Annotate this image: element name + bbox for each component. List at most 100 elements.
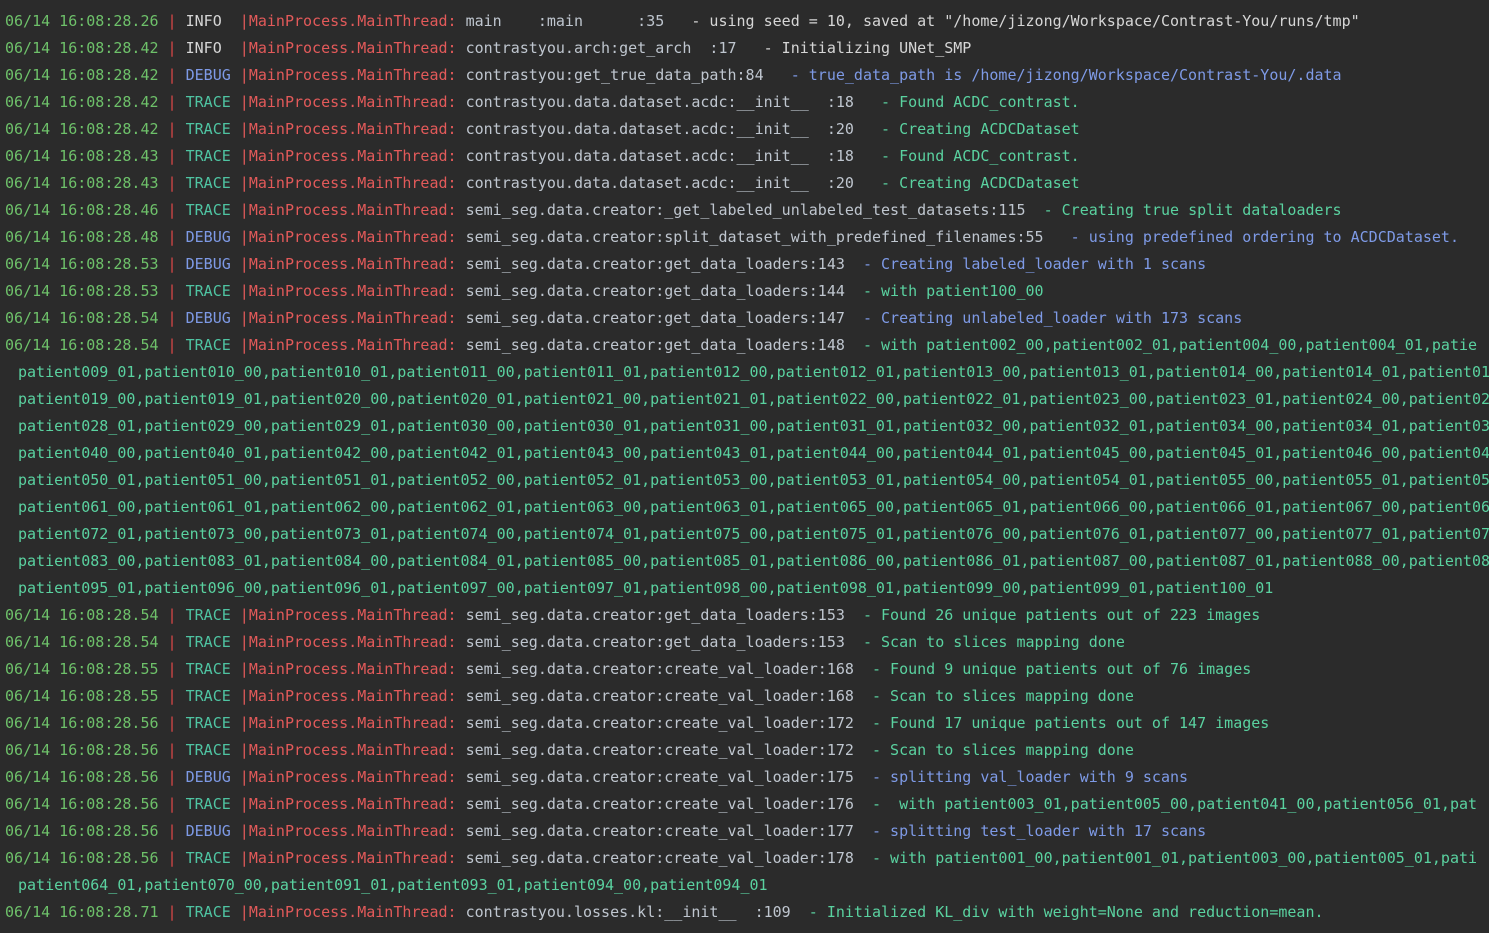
log-level: TRACE: [185, 633, 231, 651]
log-message: - with patient003_01,patient005_00,patie…: [853, 795, 1478, 813]
log-module: semi_seg.data.creator:create_val_loader:…: [456, 795, 854, 813]
log-line-continuation: patient083_00,patient083_01,patient084_0…: [5, 548, 1489, 575]
log-message: patient061_00,patient061_01,patient062_0…: [18, 498, 1489, 516]
log-message: - Initialized KL_div with weight=None an…: [790, 903, 1324, 921]
log-thread: |MainProcess.MainThread:: [230, 822, 457, 840]
log-timestamp: 06/14 16:08:28.48: [5, 228, 159, 246]
log-module: semi_seg.data.creator:get_data_loaders:1…: [456, 633, 845, 651]
log-module: semi_seg.data.creator:get_data_loaders:1…: [456, 255, 845, 273]
log-thread: |MainProcess.MainThread:: [230, 120, 457, 138]
log-message: - Found ACDC_contrast.: [862, 93, 1080, 111]
log-line: 06/14 16:08:28.53 | TRACE |MainProcess.M…: [5, 278, 1489, 305]
log-line: 06/14 16:08:28.54 | TRACE |MainProcess.M…: [5, 332, 1489, 359]
log-level: TRACE: [185, 201, 231, 219]
log-line: 06/14 16:08:28.56 | TRACE |MainProcess.M…: [5, 845, 1489, 872]
log-thread: |MainProcess.MainThread:: [230, 66, 457, 84]
log-thread: |MainProcess.MainThread:: [230, 201, 457, 219]
log-message: - Scan to slices mapping done: [853, 741, 1134, 759]
log-module: semi_seg.data.creator:get_data_loaders:1…: [456, 606, 845, 624]
log-line: 06/14 16:08:28.42 | DEBUG |MainProcess.M…: [5, 62, 1489, 89]
log-thread: |MainProcess.MainThread:: [230, 147, 457, 165]
log-separator: |: [158, 93, 186, 111]
log-message: - splitting val_loader with 9 scans: [853, 768, 1189, 786]
log-line: 06/14 16:08:28.54 | TRACE |MainProcess.M…: [5, 629, 1489, 656]
log-separator: |: [158, 849, 186, 867]
log-line-continuation: patient050_01,patient051_00,patient051_0…: [5, 467, 1489, 494]
log-message: - true_data_path is /home/jizong/Workspa…: [772, 66, 1342, 84]
log-message: - Scan to slices mapping done: [844, 633, 1125, 651]
log-message: - Found ACDC_contrast.: [862, 147, 1080, 165]
log-timestamp: 06/14 16:08:28.56: [5, 714, 159, 732]
log-timestamp: 06/14 16:08:28.56: [5, 822, 159, 840]
log-message: patient009_01,patient010_00,patient010_0…: [18, 363, 1489, 381]
log-message: - with patient002_00,patient002_01,patie…: [844, 336, 1478, 354]
log-line: 06/14 16:08:28.46 | TRACE |MainProcess.M…: [5, 197, 1489, 224]
log-timestamp: 06/14 16:08:28.56: [5, 849, 159, 867]
log-level: TRACE: [185, 336, 231, 354]
log-thread: |MainProcess.MainThread:: [230, 93, 457, 111]
log-line: 06/14 16:08:28.56 | TRACE |MainProcess.M…: [5, 791, 1489, 818]
log-separator: |: [158, 606, 186, 624]
log-thread: |MainProcess.MainThread:: [230, 174, 457, 192]
log-thread: |MainProcess.MainThread:: [230, 849, 457, 867]
log-line-continuation: patient009_01,patient010_00,patient010_0…: [5, 359, 1489, 386]
log-separator: |: [158, 282, 186, 300]
log-thread: |MainProcess.MainThread:: [230, 795, 457, 813]
log-separator: |: [158, 147, 186, 165]
log-line-continuation: patient061_00,patient061_01,patient062_0…: [5, 494, 1489, 521]
log-message: patient083_00,patient083_01,patient084_0…: [18, 552, 1489, 570]
log-module: contrastyou.data.dataset.acdc:__init__ :…: [456, 147, 863, 165]
log-separator: |: [158, 66, 186, 84]
log-thread: |MainProcess.MainThread:: [230, 309, 457, 327]
log-line: 06/14 16:08:28.42 | INFO |MainProcess.Ma…: [5, 35, 1489, 62]
log-level: TRACE: [185, 606, 231, 624]
log-module: semi_seg.data.creator:create_val_loader:…: [456, 714, 854, 732]
log-message: patient050_01,patient051_00,patient051_0…: [18, 471, 1489, 489]
log-separator: |: [158, 714, 186, 732]
log-level: DEBUG: [185, 822, 231, 840]
log-message: - Scan to slices mapping done: [853, 687, 1134, 705]
log-level: DEBUG: [185, 228, 231, 246]
log-line: 06/14 16:08:28.42 | TRACE |MainProcess.M…: [5, 116, 1489, 143]
log-module: contrastyou.data.dataset.acdc:__init__ :…: [456, 174, 863, 192]
log-module: contrastyou.losses.kl:__init__ :109: [456, 903, 791, 921]
log-line: 06/14 16:08:28.55 | TRACE |MainProcess.M…: [5, 656, 1489, 683]
log-level: TRACE: [185, 903, 231, 921]
log-level: TRACE: [185, 714, 231, 732]
log-line-continuation: patient019_00,patient019_01,patient020_0…: [5, 386, 1489, 413]
log-thread: |MainProcess.MainThread:: [230, 741, 457, 759]
log-level: TRACE: [185, 174, 231, 192]
log-separator: |: [158, 174, 186, 192]
log-line-continuation: patient095_01,patient096_00,patient096_0…: [5, 575, 1489, 602]
log-timestamp: 06/14 16:08:28.53: [5, 282, 159, 300]
log-thread: |MainProcess.MainThread:: [230, 903, 457, 921]
log-message: - Found 26 unique patients out of 223 im…: [844, 606, 1261, 624]
log-module: semi_seg.data.creator:create_val_loader:…: [456, 660, 854, 678]
log-module: semi_seg.data.creator:create_val_loader:…: [456, 822, 854, 840]
log-module: semi_seg.data.creator:create_val_loader:…: [456, 741, 854, 759]
log-message: patient028_01,patient029_00,patient029_0…: [18, 417, 1489, 435]
log-module: contrastyou.data.dataset.acdc:__init__ :…: [456, 93, 863, 111]
log-line: 06/14 16:08:28.56 | DEBUG |MainProcess.M…: [5, 818, 1489, 845]
log-level: DEBUG: [185, 66, 231, 84]
log-thread: |MainProcess.MainThread:: [230, 687, 457, 705]
log-module: contrastyou:get_true_data_path:84: [456, 66, 773, 84]
log-separator: |: [158, 309, 186, 327]
log-level: INFO: [185, 12, 231, 30]
log-timestamp: 06/14 16:08:28.46: [5, 201, 159, 219]
log-line: 06/14 16:08:28.43 | TRACE |MainProcess.M…: [5, 170, 1489, 197]
log-timestamp: 06/14 16:08:28.42: [5, 93, 159, 111]
log-line: 06/14 16:08:28.43 | TRACE |MainProcess.M…: [5, 143, 1489, 170]
log-console[interactable]: 06/14 16:08:28.26 | INFO |MainProcess.Ma…: [0, 0, 1489, 933]
log-message: - Found 17 unique patients out of 147 im…: [853, 714, 1270, 732]
log-line-continuation: patient064_01,patient070_00,patient091_0…: [5, 872, 1489, 899]
log-level: TRACE: [185, 660, 231, 678]
log-line: 06/14 16:08:28.48 | DEBUG |MainProcess.M…: [5, 224, 1489, 251]
log-level: TRACE: [185, 741, 231, 759]
log-timestamp: 06/14 16:08:28.54: [5, 336, 159, 354]
log-message: - Creating ACDCDataset: [862, 120, 1080, 138]
log-line-continuation: patient072_01,patient073_00,patient073_0…: [5, 521, 1489, 548]
log-module: main :main :35: [456, 12, 674, 30]
log-separator: |: [158, 768, 186, 786]
log-separator: |: [158, 741, 186, 759]
